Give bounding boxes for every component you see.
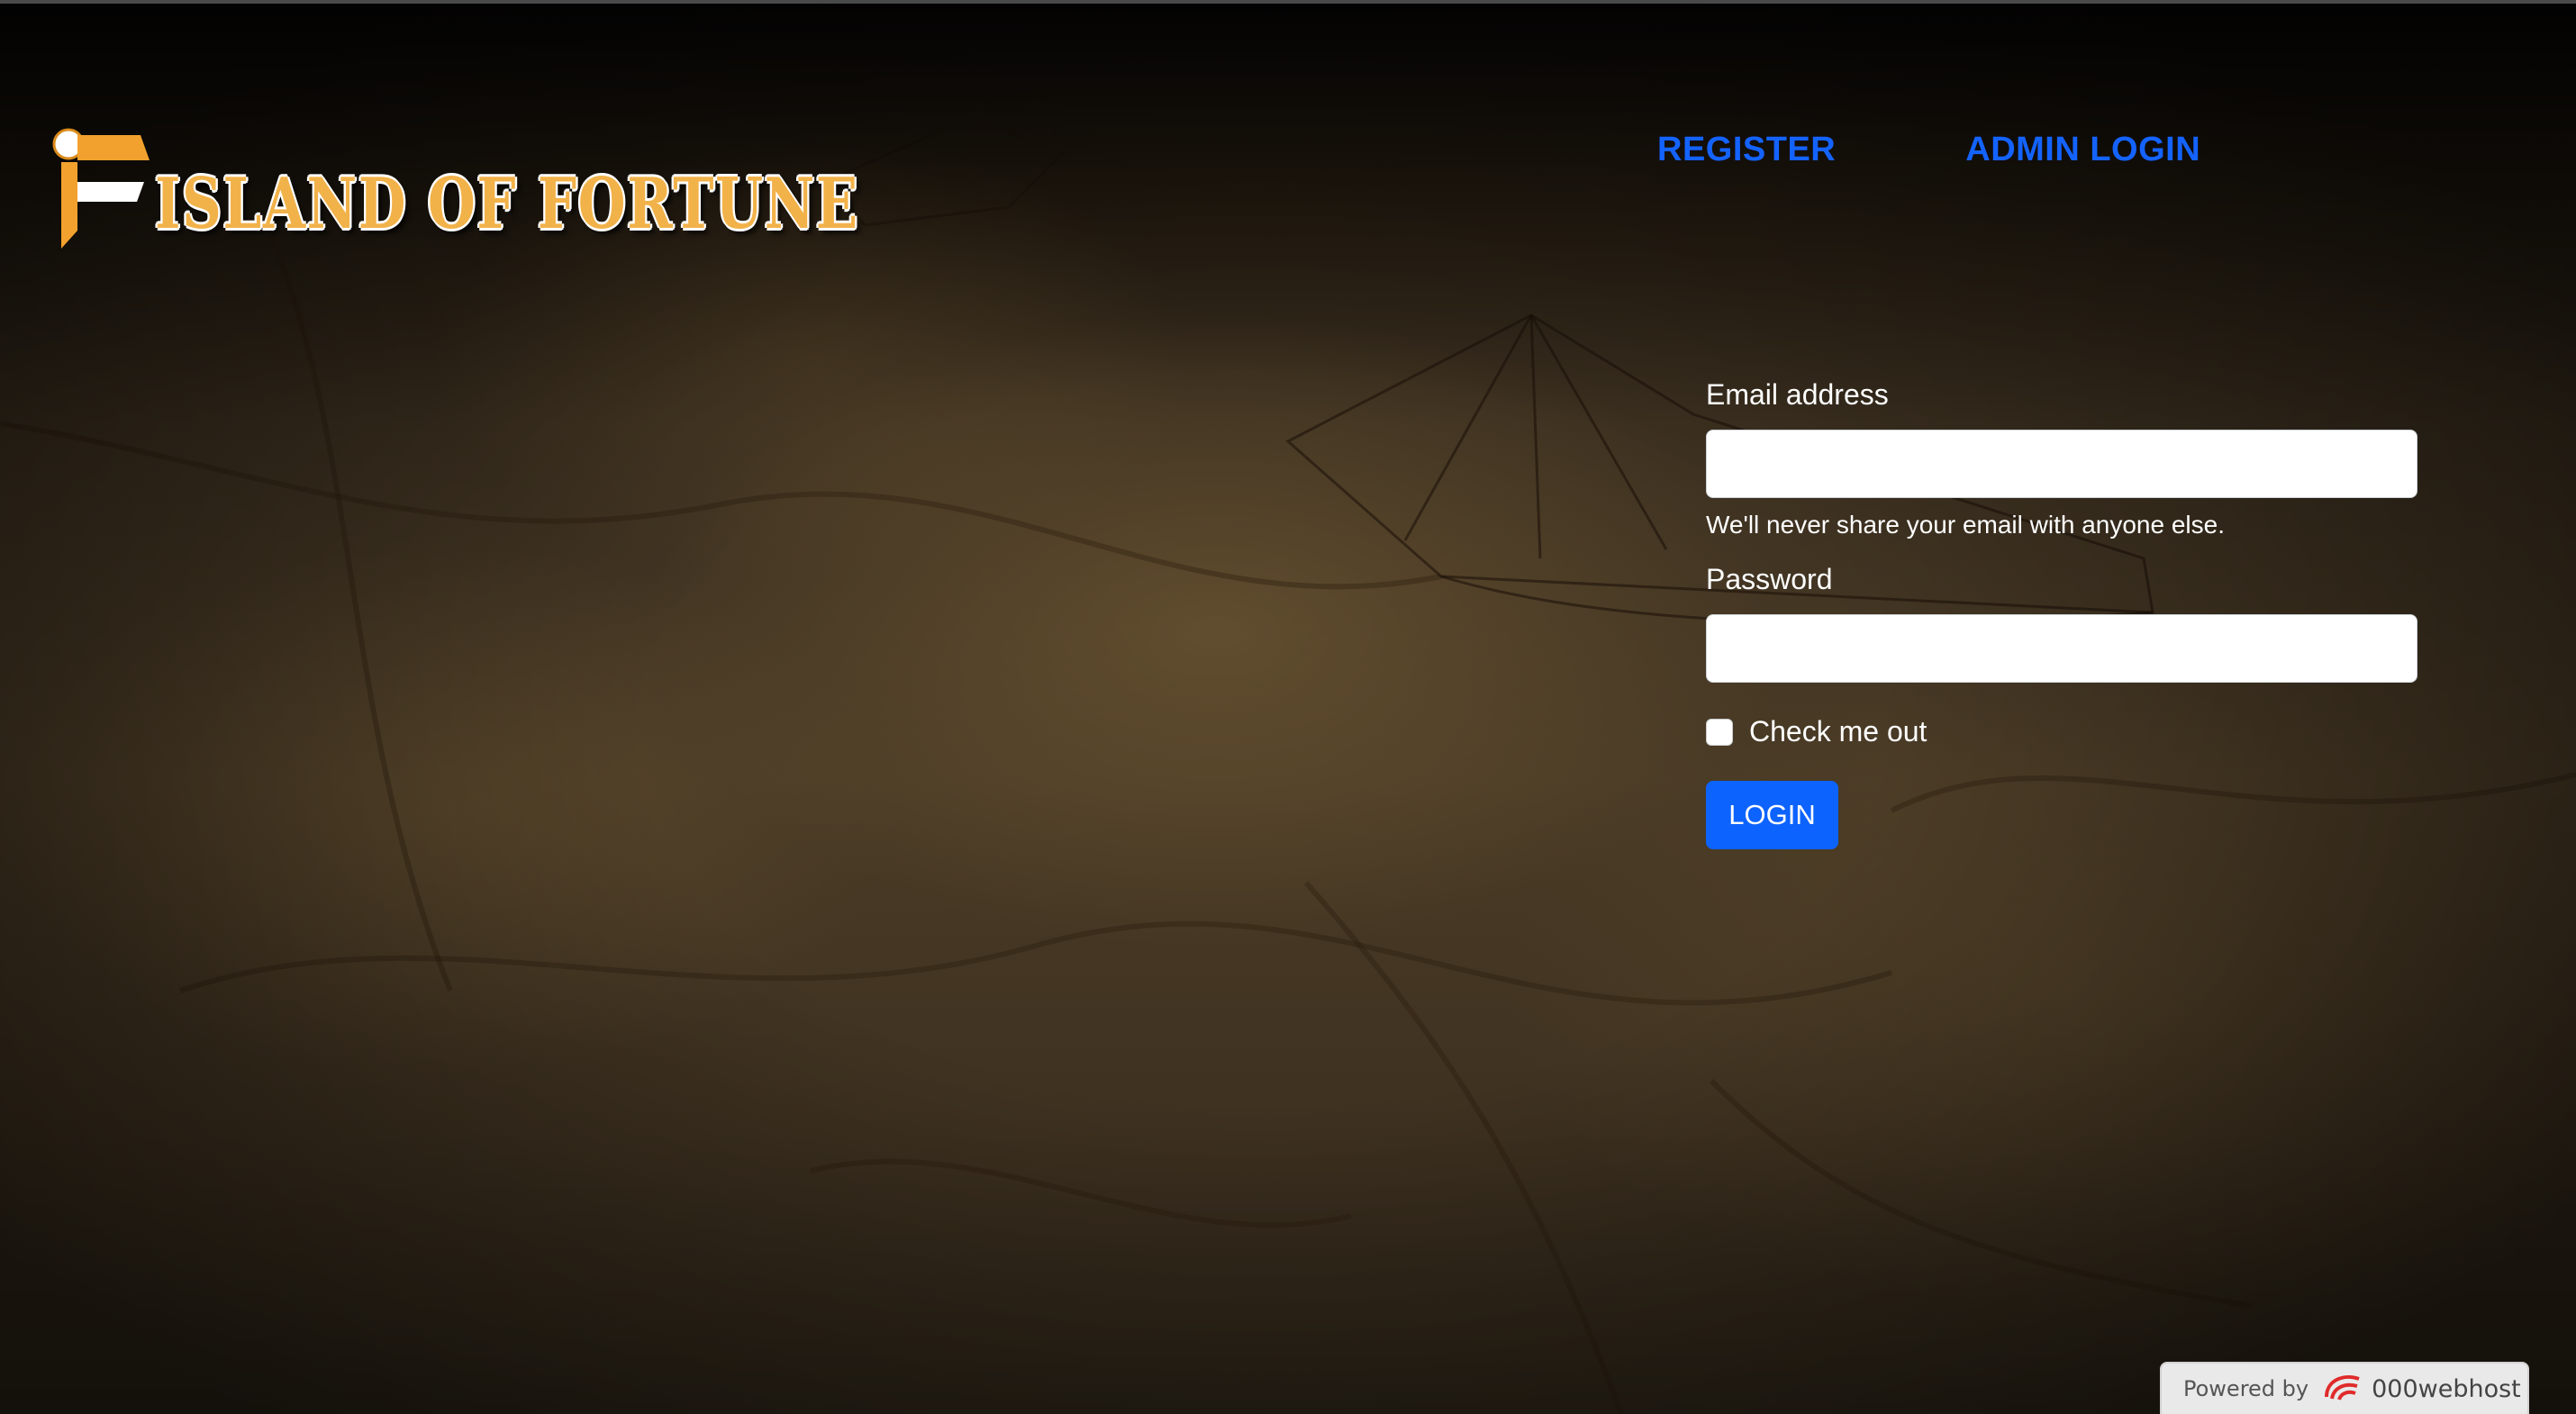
check-me-out-label[interactable]: Check me out: [1749, 715, 1927, 748]
email-field[interactable]: [1706, 430, 2417, 498]
000webhost-logo-icon: [2323, 1372, 2363, 1406]
powered-by-badge[interactable]: Powered by 000webhost: [2160, 1362, 2529, 1414]
password-label: Password: [1706, 563, 1833, 595]
top-nav: REGISTER ADMIN LOGIN: [1657, 131, 2200, 169]
window-top-border: [0, 0, 2576, 4]
check-me-out-row: Check me out: [1706, 715, 2417, 748]
site-title: ISLAND OF FORTUNE: [155, 163, 859, 245]
register-link[interactable]: REGISTER: [1657, 131, 1836, 169]
host-name: 000webhost: [2372, 1374, 2521, 1403]
admin-login-link[interactable]: ADMIN LOGIN: [1965, 131, 2200, 169]
email-label: Email address: [1706, 378, 1889, 411]
site-logo[interactable]: ISLAND OF FORTUNE: [50, 124, 1057, 250]
login-form: Email address We'll never share your ema…: [1706, 378, 2417, 849]
email-help-text: We'll never share your email with anyone…: [1706, 511, 2225, 539]
powered-by-label: Powered by: [2183, 1376, 2309, 1401]
password-field[interactable]: [1706, 614, 2417, 683]
check-me-out-checkbox[interactable]: [1706, 718, 1733, 746]
logo-flag-icon: [50, 124, 151, 250]
login-button[interactable]: LOGIN: [1706, 781, 1838, 849]
